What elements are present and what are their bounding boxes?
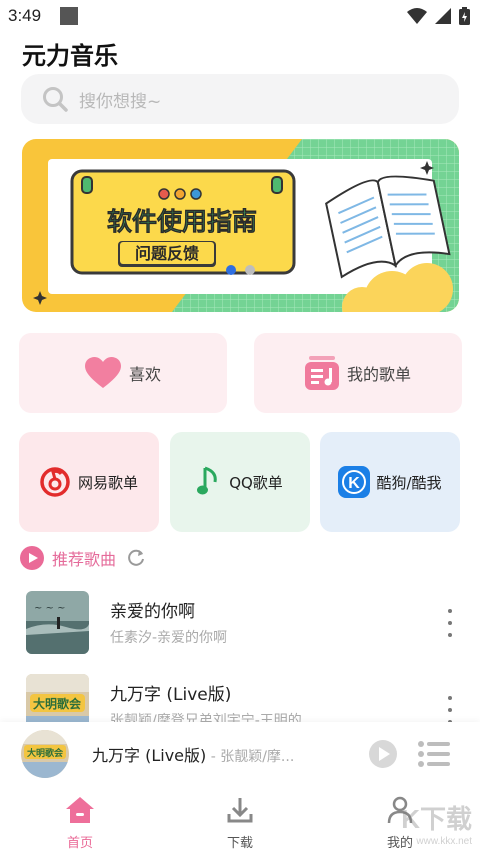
more-options-icon[interactable] (444, 609, 456, 637)
download-icon (227, 798, 253, 823)
banner-subtitle: 问题反馈 (135, 244, 199, 263)
battery-icon (459, 7, 470, 25)
notification-icon (60, 7, 78, 25)
song-title: 亲爱的你啊 (110, 602, 195, 622)
svg-text:大明歌会: 大明歌会 (33, 696, 82, 711)
banner-title: 软件使用指南 (107, 207, 257, 236)
netease-playlist-label: 网易歌单 (77, 473, 138, 492)
song-title: 九万字 (Live版) (110, 685, 232, 705)
status-icons (407, 7, 470, 25)
recommend-title: 推荐歌曲 (52, 550, 117, 569)
my-playlist-tile[interactable]: 我的歌单 (254, 333, 462, 413)
song-cover: ~ ~ ~ (26, 591, 89, 654)
search-placeholder: 搜你想搜~ (79, 91, 162, 112)
play-button[interactable] (368, 739, 398, 769)
guide-banner[interactable]: 软件使用指南 问题反馈 (22, 139, 459, 312)
tab-download[interactable]: 下载 (200, 796, 280, 851)
signal-icon (435, 8, 451, 24)
mini-player[interactable]: 大明歌会 九万字 (Live版) - 张靓颖/摩... (0, 722, 480, 786)
watermark-url: www.kkx.net (416, 836, 472, 847)
app-title: 元力音乐 (22, 42, 118, 70)
song-artist: 张靓颖/摩登兄弟刘宇宁-王明的... (110, 713, 316, 722)
play-circle-icon[interactable] (20, 546, 44, 570)
song-row[interactable]: 大明歌会 九万字 (Live版) 张靓颖/摩登兄弟刘宇宁-王明的... (26, 674, 466, 722)
favorites-label: 喜欢 (128, 365, 161, 384)
song-row[interactable]: ~ ~ ~ 亲爱的你啊 任素汐-亲爱的你啊 (26, 591, 466, 654)
svg-text:~ ~ ~: ~ ~ ~ (34, 603, 66, 614)
qq-playlist-label: QQ歌单 (229, 473, 283, 492)
song-artist: 任素汐-亲爱的你啊 (110, 630, 228, 646)
status-bar: 3:49 (0, 0, 480, 32)
recommend-header: 推荐歌曲 (20, 545, 146, 571)
tab-home-label: 首页 (66, 836, 93, 851)
status-time: 3:49 (8, 6, 42, 25)
my-playlist-label: 我的歌单 (346, 365, 411, 384)
wifi-icon (407, 8, 427, 24)
player-cover: 大明歌会 (21, 730, 69, 778)
player-title: 九万字 (Live版) - 张靓颖/摩... (92, 742, 294, 766)
home-icon (66, 797, 94, 823)
player-artist: - 张靓颖/摩... (206, 749, 295, 765)
refresh-icon[interactable] (126, 548, 146, 568)
more-options-icon[interactable] (444, 696, 456, 722)
kugou-icon: K (338, 466, 371, 498)
tab-download-label: 下载 (226, 836, 253, 851)
svg-text:大明歌会: 大明歌会 (27, 747, 64, 759)
tab-home[interactable]: 首页 (40, 796, 120, 851)
watermark: K下载 www.kkx.net (401, 799, 472, 847)
search-bar[interactable]: 搜你想搜~ (21, 74, 459, 124)
qq-music-icon (197, 466, 221, 498)
banner-illustration: 软件使用指南 问题反馈 (22, 139, 459, 312)
qq-playlist-tile[interactable]: QQ歌单 (170, 432, 310, 532)
banner-dot[interactable] (245, 265, 255, 275)
search-icon (43, 87, 68, 112)
netease-icon (40, 467, 70, 497)
watermark-text: K下载 (401, 804, 472, 834)
playlist-icon (304, 356, 339, 390)
playlist-queue-icon[interactable] (418, 740, 450, 768)
kugou-playlist-tile[interactable]: K 酷狗/酷我 (320, 432, 460, 532)
player-song-title: 九万字 (Live版) (92, 746, 207, 765)
banner-dot-active[interactable] (226, 265, 236, 275)
netease-playlist-tile[interactable]: 网易歌单 (19, 432, 159, 532)
svg-text:K: K (349, 475, 361, 492)
heart-icon (84, 357, 121, 389)
favorites-tile[interactable]: 喜欢 (19, 333, 227, 413)
kugou-playlist-label: 酷狗/酷我 (376, 473, 442, 492)
song-cover: 大明歌会 (26, 674, 89, 722)
